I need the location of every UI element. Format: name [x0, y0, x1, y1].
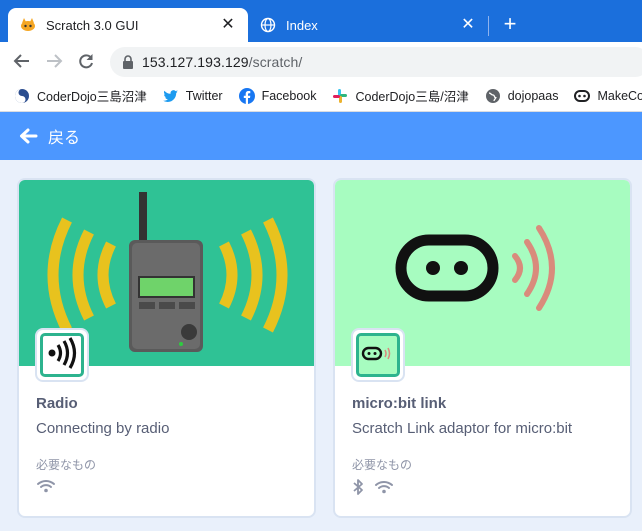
reload-icon[interactable]	[74, 49, 98, 73]
close-icon[interactable]: ✕	[460, 17, 476, 33]
tab-title: Index	[286, 17, 318, 33]
scratch-cat-icon	[20, 17, 36, 33]
wifi-icon	[36, 478, 56, 499]
url-host: 153.127.193.129	[142, 54, 249, 70]
twitter-icon	[162, 88, 179, 104]
new-tab-button[interactable]: +	[498, 13, 522, 37]
coderdojo-icon	[14, 88, 30, 104]
facebook-icon	[238, 87, 255, 104]
extension-description: Connecting by radio	[36, 420, 170, 437]
bookmark-label: MakeCod	[597, 88, 642, 103]
forward-arrow-icon[interactable]	[42, 49, 66, 73]
makecode-icon	[574, 88, 591, 104]
address-bar[interactable]: 153.127.193.129/scratch/	[110, 47, 642, 77]
requirements-icons	[36, 478, 56, 499]
bookmark-twitter[interactable]: Twitter	[162, 88, 223, 104]
back-label: 戻る	[48, 130, 81, 147]
bookmark-label: CoderDojo三島/沼津	[355, 90, 469, 104]
slack-icon	[332, 88, 348, 104]
bookmark-facebook[interactable]: Facebook	[238, 87, 317, 104]
tab-title: Scratch 3.0 GUI	[46, 17, 139, 33]
bookmark-label: dojopaas	[507, 88, 559, 103]
extension-library-header: 戻る	[0, 112, 642, 160]
radio-broadcast-icon	[44, 336, 80, 374]
requirements-label: 必要なもの	[36, 458, 97, 472]
extension-badge	[351, 328, 405, 382]
tab-index[interactable]: Index ✕	[248, 8, 488, 42]
bookmark-makecode[interactable]: MakeCod	[574, 88, 642, 104]
close-icon[interactable]: ✕	[220, 17, 236, 33]
url-text: 153.127.193.129/scratch/	[142, 54, 302, 70]
extension-name: micro:bit link	[352, 395, 447, 412]
globe-icon	[260, 17, 276, 33]
bookmark-dojopaas[interactable]: dojopaas	[485, 88, 559, 104]
bookmark-label: Facebook	[261, 88, 317, 103]
globe-icon	[485, 88, 501, 104]
browser-tab-strip: Scratch 3.0 GUI ✕ Index ✕ +	[0, 0, 642, 42]
extension-card-microbit-link[interactable]: micro:bit link Scratch Link adaptor for …	[333, 178, 632, 518]
wifi-icon	[374, 479, 394, 500]
microbit-icon	[360, 343, 396, 368]
browser-toolbar: 153.127.193.129/scratch/	[0, 42, 642, 80]
extension-description: Scratch Link adaptor for micro:bit	[352, 420, 573, 437]
requirements-icons	[352, 478, 394, 501]
tab-divider	[488, 16, 489, 36]
bookmark-label: Twitter	[185, 88, 223, 103]
bookmarks-bar: CoderDojo三島沼津 Twitter Facebook CoderDojo…	[0, 80, 642, 112]
bluetooth-icon	[352, 478, 364, 501]
extension-name: Radio	[36, 395, 78, 412]
bookmark-coderdojo-slack[interactable]: CoderDojo三島/沼津	[332, 86, 469, 105]
back-button[interactable]: 戻る	[18, 124, 80, 148]
requirements-label: 必要なもの	[352, 458, 413, 472]
bookmark-label: CoderDojo三島沼津	[37, 90, 147, 104]
lock-icon	[122, 55, 134, 69]
bookmark-coderdojo[interactable]: CoderDojo三島沼津	[14, 86, 147, 105]
back-arrow-icon[interactable]	[10, 49, 34, 73]
extension-card-radio[interactable]: Radio Connecting by radio 必要なもの	[17, 178, 316, 518]
back-arrow-icon	[18, 126, 38, 146]
tab-scratch-gui[interactable]: Scratch 3.0 GUI ✕	[8, 8, 248, 42]
extension-badge	[35, 328, 89, 382]
url-path: /scratch/	[248, 54, 303, 70]
